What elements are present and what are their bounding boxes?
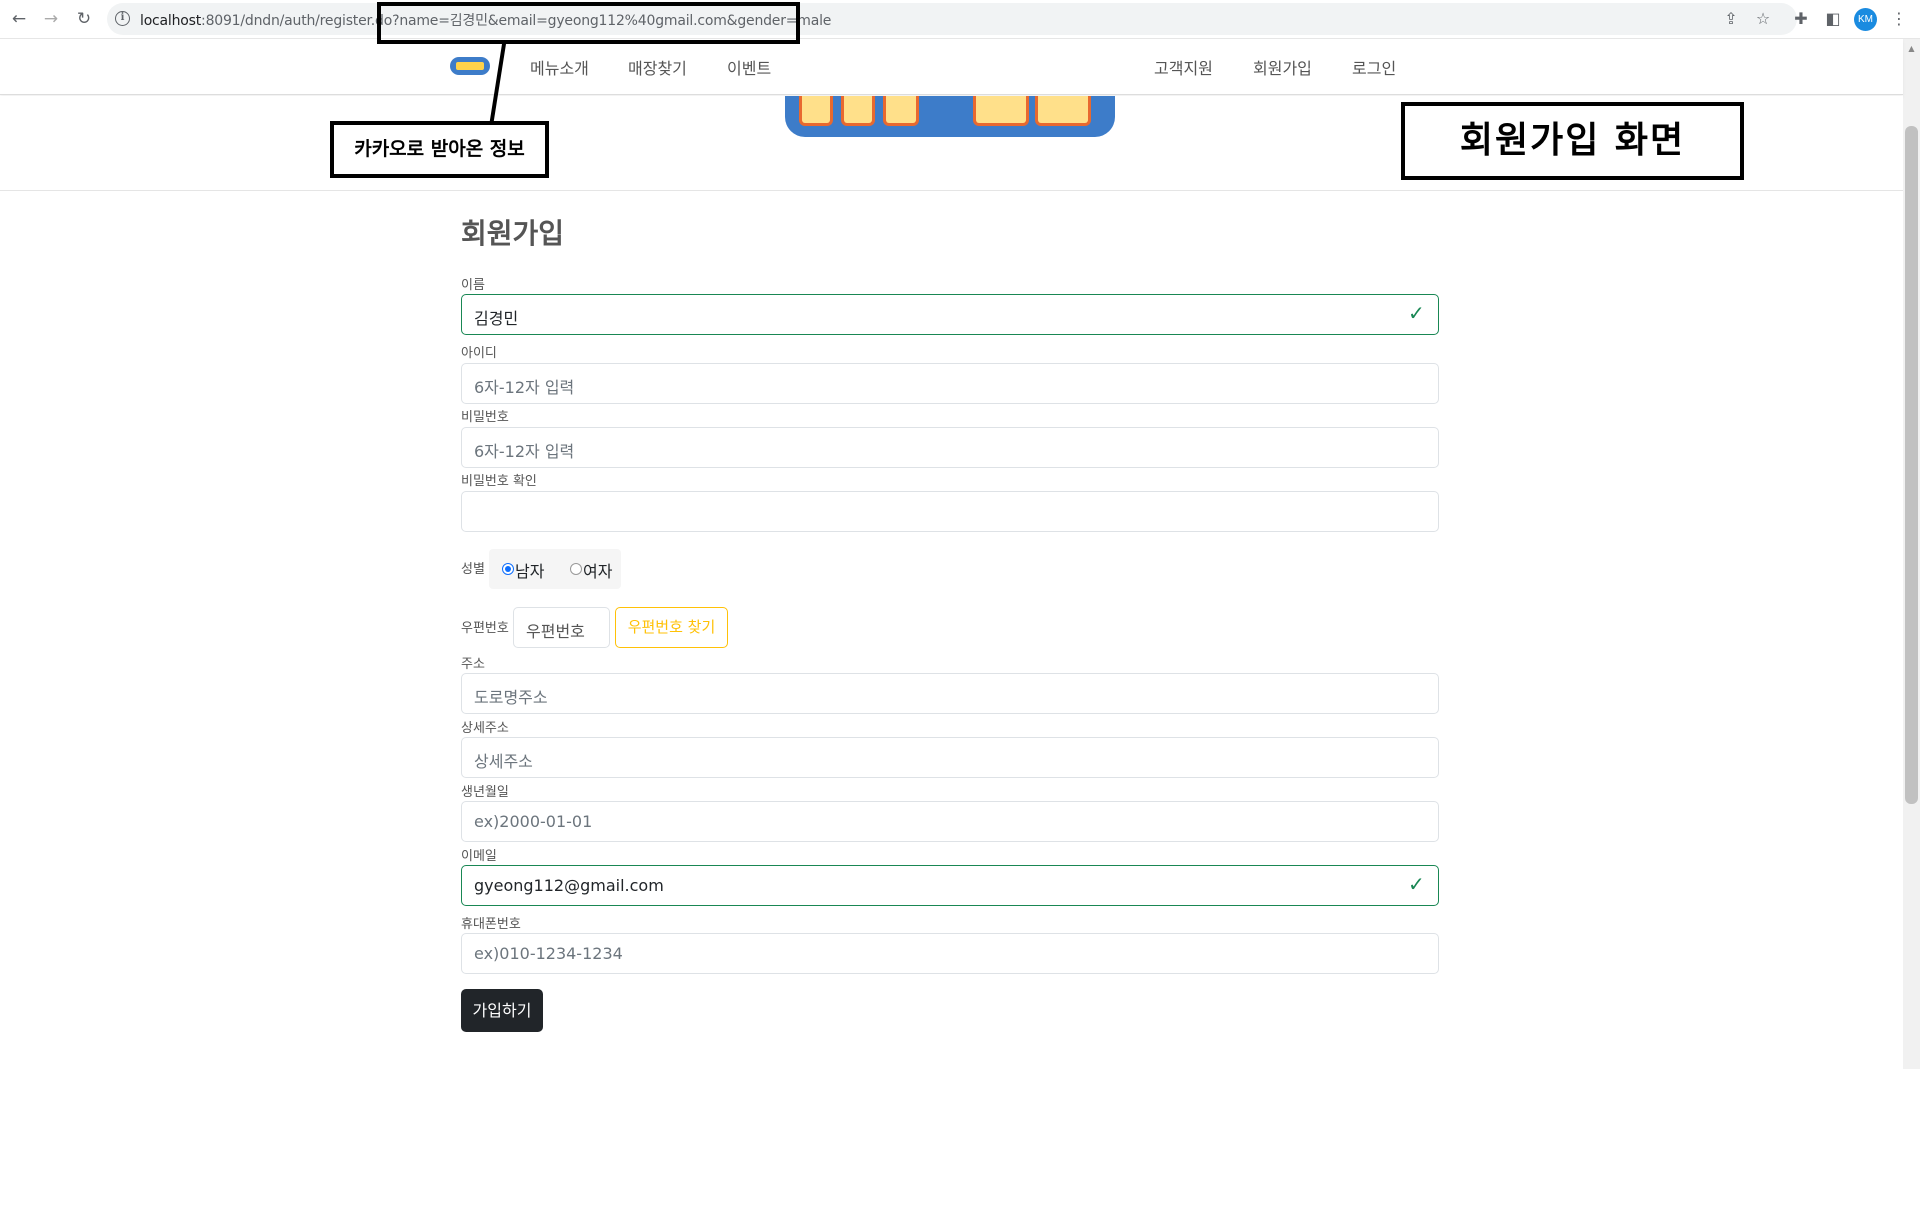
scrollbar-thumb[interactable] xyxy=(1905,126,1918,804)
gender-male-label[interactable]: 남자 xyxy=(515,558,544,582)
nav-link-support[interactable]: 고객지원 xyxy=(1154,55,1213,79)
valid-check-icon: ✓ xyxy=(1408,301,1425,325)
scroll-up-arrow-icon[interactable]: ▲ xyxy=(1905,43,1918,55)
nav-link-events[interactable]: 이벤트 xyxy=(727,55,771,79)
zip-field[interactable]: 우편번호 xyxy=(513,607,610,648)
gender-radio-group: 남자 여자 xyxy=(489,549,621,589)
profile-avatar[interactable]: KM xyxy=(1854,8,1877,31)
reload-icon[interactable]: ↻ xyxy=(73,8,95,30)
name-value: 김경민 xyxy=(474,309,519,328)
email-label: 이메일 xyxy=(461,849,497,864)
birth-placeholder: ex)2000-01-01 xyxy=(474,812,593,831)
email-field[interactable]: gyeong112@gmail.com ✓ xyxy=(461,865,1439,906)
birth-label: 생년월일 xyxy=(461,785,509,800)
detail-address-field[interactable]: 상세주소 xyxy=(461,737,1439,778)
site-logo[interactable] xyxy=(450,57,490,75)
zip-placeholder: 우편번호 xyxy=(526,622,585,641)
password-field[interactable]: 6자-12자 입력 xyxy=(461,427,1439,468)
nav-link-login[interactable]: 로그인 xyxy=(1352,55,1396,79)
menu-kebab-icon[interactable]: ⋮ xyxy=(1888,8,1910,30)
submit-register-button[interactable]: 가입하기 xyxy=(461,989,543,1032)
birth-field[interactable]: ex)2000-01-01 xyxy=(461,801,1439,842)
banner-logo-image xyxy=(785,96,1115,137)
address-placeholder: 도로명주소 xyxy=(474,688,548,707)
phone-placeholder: ex)010-1234-1234 xyxy=(474,944,623,963)
site-info-icon[interactable]: i xyxy=(115,11,130,26)
address-bar[interactable]: i localhost:8091/dndn/auth/register.do?n… xyxy=(107,3,1797,35)
gender-label: 성별 xyxy=(461,562,485,577)
id-field[interactable]: 6자-12자 입력 xyxy=(461,363,1439,404)
password-confirm-label: 비밀번호 확인 xyxy=(461,474,537,489)
site-navbar: 메뉴소개 매장찾기 이벤트 고객지원 회원가입 로그인 xyxy=(0,39,1903,95)
share-icon[interactable]: ⇪ xyxy=(1721,9,1741,29)
extensions-icon[interactable]: ✚ xyxy=(1790,8,1812,30)
phone-label: 휴대폰번호 xyxy=(461,917,521,932)
forward-icon[interactable]: → xyxy=(40,8,62,30)
bookmark-star-icon[interactable]: ☆ xyxy=(1753,9,1773,29)
page-title: 회원가입 xyxy=(461,217,565,250)
phone-field[interactable]: ex)010-1234-1234 xyxy=(461,933,1439,974)
email-value: gyeong112@gmail.com xyxy=(474,876,664,895)
detail-address-placeholder: 상세주소 xyxy=(474,752,533,771)
find-zip-button[interactable]: 우편번호 찾기 xyxy=(615,607,728,648)
gender-female-radio[interactable] xyxy=(570,563,582,575)
id-placeholder: 6자-12자 입력 xyxy=(474,378,575,397)
nav-link-menu[interactable]: 메뉴소개 xyxy=(530,55,589,79)
password-label: 비밀번호 xyxy=(461,410,509,425)
back-icon[interactable]: ← xyxy=(8,8,30,30)
password-placeholder: 6자-12자 입력 xyxy=(474,442,575,461)
gender-female-label[interactable]: 여자 xyxy=(583,558,612,582)
password-confirm-field[interactable] xyxy=(461,491,1439,532)
side-panel-icon[interactable]: ◧ xyxy=(1822,8,1844,30)
address-label: 주소 xyxy=(461,657,485,672)
name-field[interactable]: 김경민 ✓ xyxy=(461,294,1439,335)
address-field[interactable]: 도로명주소 xyxy=(461,673,1439,714)
id-label: 아이디 xyxy=(461,346,497,361)
url-host: localhost xyxy=(140,13,202,29)
name-label: 이름 xyxy=(461,278,485,293)
browser-toolbar: ← → ↻ i localhost:8091/dndn/auth/registe… xyxy=(0,0,1920,39)
annotation-url-highlight-box xyxy=(377,2,800,44)
gender-male-radio[interactable] xyxy=(502,563,514,575)
zip-label: 우편번호 xyxy=(461,621,509,636)
annotation-kakao-info: 카카오로 받아온 정보 xyxy=(330,121,549,178)
annotation-register-screen: 회원가입 화면 xyxy=(1401,102,1744,180)
nav-link-register[interactable]: 회원가입 xyxy=(1253,55,1312,79)
nav-link-stores[interactable]: 매장찾기 xyxy=(628,55,687,79)
detail-address-label: 상세주소 xyxy=(461,721,509,736)
valid-check-icon: ✓ xyxy=(1408,872,1425,896)
